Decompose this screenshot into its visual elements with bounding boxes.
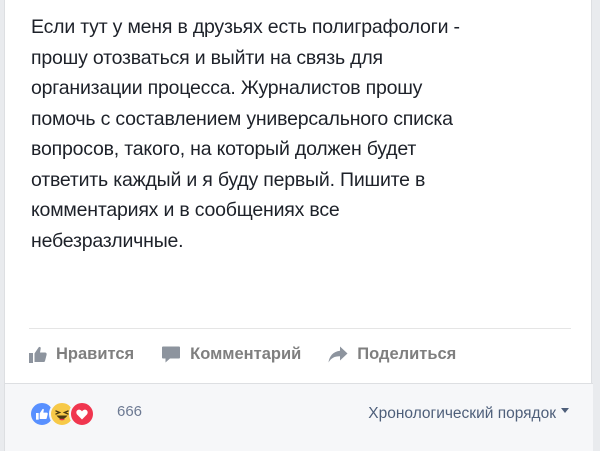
comment-sort-dropdown[interactable]: Хронологический порядок bbox=[368, 405, 569, 423]
post-card: Если тут у меня в друзьях есть полиграфо… bbox=[4, 0, 593, 451]
love-reaction-icon bbox=[69, 401, 95, 427]
share-arrow-icon bbox=[328, 346, 348, 363]
speech-bubble-icon bbox=[161, 346, 181, 363]
comment-label: Комментарий bbox=[190, 344, 302, 363]
post-text: Если тут у меня в друзьях есть полиграфо… bbox=[31, 16, 460, 252]
comment-button[interactable]: Комментарий bbox=[161, 345, 301, 364]
actions-divider bbox=[29, 328, 571, 329]
reaction-icons[interactable] bbox=[29, 401, 95, 427]
post-actions-bar: Нравится Комментарий Поделиться bbox=[29, 336, 571, 372]
reaction-count[interactable]: 666 bbox=[117, 403, 142, 420]
like-button[interactable]: Нравится bbox=[29, 345, 134, 364]
thumbs-up-icon bbox=[29, 346, 47, 363]
reactions-bar: 666 Хронологический порядок bbox=[5, 383, 593, 451]
chevron-down-icon bbox=[561, 407, 569, 413]
like-label: Нравится bbox=[56, 344, 135, 363]
share-label: Поделиться bbox=[357, 344, 457, 363]
sort-order-label: Хронологический порядок bbox=[368, 405, 556, 422]
share-button[interactable]: Поделиться bbox=[328, 345, 456, 364]
